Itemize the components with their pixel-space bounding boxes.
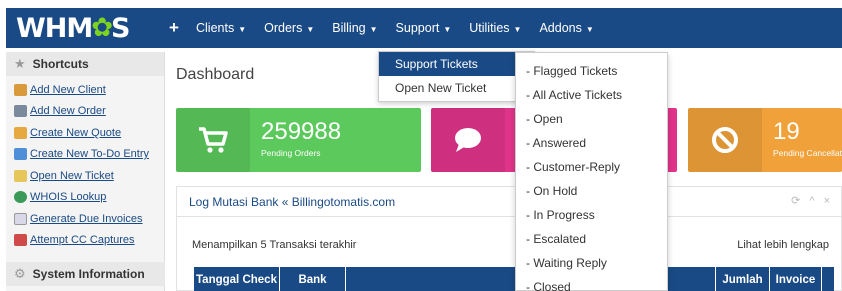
add-new-order-link[interactable]: Add New Order (30, 105, 106, 117)
attempt-cc-captures-link[interactable]: Attempt CC Captures (30, 234, 135, 246)
pending-cancellations-count: 19 (773, 118, 800, 145)
ban-icon-svg (712, 127, 738, 153)
caret-down-icon: ▼ (513, 25, 522, 34)
shortcut-add-new-order: Add New Order (14, 101, 164, 123)
cart-icon-svg (199, 127, 228, 153)
caret-down-icon: ▼ (585, 25, 594, 34)
shortcuts-list: Add New Client Add New Order Create New … (6, 76, 164, 251)
pending-orders-label: Pending Orders (261, 148, 321, 158)
sidebar: ★ Shortcuts Add New Client Add New Order… (6, 52, 165, 291)
panel-title[interactable]: Log Mutasi Bank « Billingotomatis.com (189, 195, 395, 209)
whois-lookup-link[interactable]: WHOIS Lookup (30, 191, 106, 203)
card-icon (14, 234, 27, 247)
table-header: Tanggal Check Bank Ke Jumlah Invoice (194, 267, 834, 291)
nav-support[interactable]: Support ▼ (396, 21, 452, 35)
submenu-answered[interactable]: - Answered (516, 131, 667, 155)
create-new-quote-link[interactable]: Create New Quote (30, 127, 121, 139)
shortcut-add-new-client: Add New Client (14, 79, 164, 101)
generate-due-invoices-link[interactable]: Generate Due Invoices (30, 213, 143, 225)
caret-down-icon: ▼ (306, 25, 315, 34)
col-bank: Bank (280, 267, 346, 291)
open-new-ticket-link[interactable]: Open New Ticket (30, 170, 114, 182)
submenu-all-active-tickets[interactable]: - All Active Tickets (516, 83, 667, 107)
page-title: Dashboard (176, 66, 255, 83)
cart-icon (176, 108, 250, 172)
shortcuts-header: ★ Shortcuts (6, 52, 164, 76)
shortcut-generate-invoices: Generate Due Invoices (14, 208, 164, 230)
add-new-client-link[interactable]: Add New Client (30, 84, 106, 96)
submenu-in-progress[interactable]: - In Progress (516, 203, 667, 227)
system-information-header: ⚙ System Information (6, 262, 165, 286)
pending-orders-count: 259988 (261, 118, 342, 145)
chat-icon-svg (455, 128, 481, 152)
caret-down-icon: ▼ (238, 25, 247, 34)
nav-clients[interactable]: Clients ▼ (196, 21, 246, 35)
support-dropdown: Support Tickets Open New Ticket (378, 51, 535, 102)
submenu-open[interactable]: - Open (516, 107, 667, 131)
tile-pending-orders[interactable]: 259988 Pending Orders (176, 108, 421, 172)
shortcut-create-new-quote: Create New Quote (14, 122, 164, 144)
panel-tools[interactable]: ⟳ ^ × (791, 194, 833, 207)
create-todo-link[interactable]: Create New To-Do Entry (30, 148, 149, 160)
shortcut-whois-lookup: WHOIS Lookup (14, 187, 164, 209)
shortcut-open-new-ticket: Open New Ticket (14, 165, 164, 187)
main-menu: Clients ▼ Orders ▼ Billing ▼ Support ▼ Utili… (196, 8, 612, 48)
ticket-icon (14, 169, 27, 182)
gear-logo-icon: ✿ (91, 13, 113, 43)
view-more-link[interactable]: Lihat lebih lengkap (737, 239, 829, 251)
panel-header: Log Mutasi Bank « Billingotomatis.com (177, 187, 841, 217)
menu-support-tickets[interactable]: Support Tickets (379, 52, 534, 76)
tile-pending-cancellations[interactable]: 19 Pending Cancellati (688, 108, 842, 172)
quick-add-button[interactable]: + (169, 18, 179, 38)
col-invoice: Invoice (770, 267, 822, 291)
whmcs-logo[interactable]: WHM ✿ S (16, 11, 131, 45)
shortcut-create-todo: Create New To-Do Entry (14, 144, 164, 166)
caret-down-icon: ▼ (369, 25, 378, 34)
col-tanggal-check: Tanggal Check (194, 267, 280, 291)
nav-addons[interactable]: Addons ▼ (539, 21, 593, 35)
submenu-escalated[interactable]: - Escalated (516, 227, 667, 251)
log-mutasi-panel: Log Mutasi Bank « Billingotomatis.com ⟳ … (176, 186, 842, 291)
submenu-closed[interactable]: - Closed (516, 275, 667, 291)
nav-utilities[interactable]: Utilities ▼ (469, 21, 521, 35)
cart-icon (14, 105, 27, 118)
submenu-on-hold[interactable]: - On Hold (516, 179, 667, 203)
caret-down-icon: ▼ (443, 25, 452, 34)
star-icon: ★ (14, 56, 26, 71)
pending-cancellations-label: Pending Cancellati (773, 148, 842, 158)
ban-icon (688, 108, 762, 172)
submenu-customer-reply[interactable]: - Customer-Reply (516, 155, 667, 179)
top-navbar: WHM ✿ S + Clients ▼ Orders ▼ Billing ▼ Suppor… (6, 8, 842, 48)
invoice-icon (14, 212, 27, 225)
nav-orders[interactable]: Orders ▼ (264, 21, 314, 35)
todo-icon (14, 148, 27, 161)
submenu-flagged-tickets[interactable]: - Flagged Tickets (516, 59, 667, 83)
support-tickets-submenu: - Flagged Tickets - All Active Tickets -… (515, 52, 668, 291)
user-add-icon (14, 83, 27, 96)
gear-icon: ⚙ (14, 266, 26, 281)
globe-icon (14, 191, 27, 204)
col-jumlah: Jumlah (716, 267, 770, 291)
chat-icon (431, 108, 505, 172)
panel-subtitle: Menampilkan 5 Transaksi terakhir (192, 239, 357, 251)
menu-open-new-ticket[interactable]: Open New Ticket (379, 76, 534, 100)
nav-billing[interactable]: Billing ▼ (332, 21, 377, 35)
shortcut-attempt-cc: Attempt CC Captures (14, 230, 164, 252)
submenu-waiting-reply[interactable]: - Waiting Reply (516, 251, 667, 275)
quote-icon (14, 126, 27, 139)
